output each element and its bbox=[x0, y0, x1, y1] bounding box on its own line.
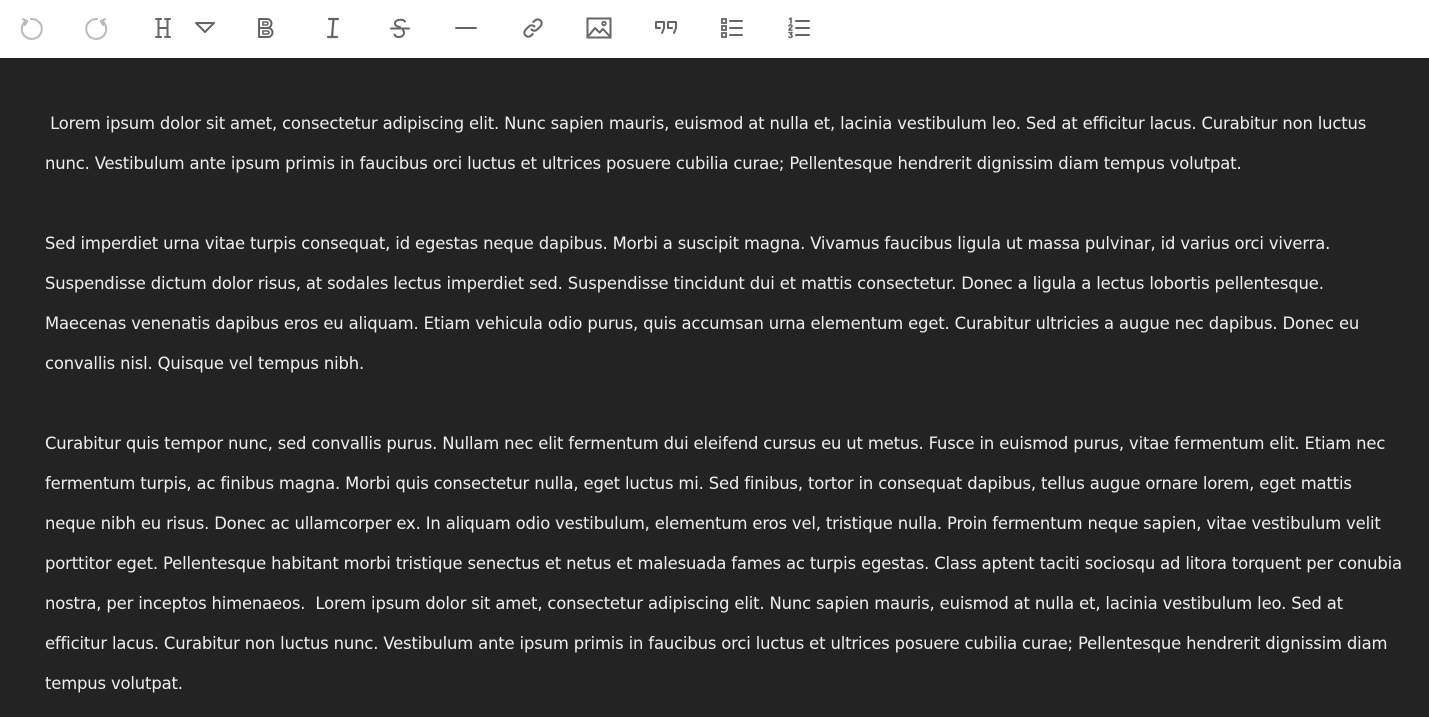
ordered-list-button[interactable] bbox=[781, 10, 817, 46]
undo-button[interactable] bbox=[13, 10, 49, 46]
heading-dropdown-button[interactable] bbox=[187, 10, 223, 46]
italic-icon bbox=[326, 17, 340, 39]
strikethrough-icon bbox=[390, 18, 410, 39]
paragraph-3: Curabitur quis tempor nunc, sed convalli… bbox=[45, 434, 1407, 693]
paragraph-1: Lorem ipsum dolor sit amet, consectetur … bbox=[45, 114, 1372, 173]
italic-button[interactable] bbox=[315, 10, 351, 46]
horizontal-rule-button[interactable] bbox=[448, 10, 484, 46]
heading-icon bbox=[155, 18, 171, 38]
ordered-list-icon bbox=[788, 17, 810, 39]
image-button[interactable] bbox=[581, 10, 617, 46]
blockquote-button[interactable] bbox=[648, 10, 684, 46]
image-icon bbox=[586, 17, 612, 39]
bold-button[interactable] bbox=[248, 10, 284, 46]
bullet-list-icon bbox=[721, 18, 743, 38]
editor-content[interactable]: Lorem ipsum dolor sit amet, consectetur … bbox=[45, 104, 1405, 704]
bold-icon bbox=[258, 18, 274, 38]
editor-toolbar bbox=[0, 0, 1429, 58]
redo-button[interactable] bbox=[79, 10, 115, 46]
strikethrough-button[interactable] bbox=[382, 10, 418, 46]
horizontal-rule-icon bbox=[455, 27, 477, 29]
editor-area[interactable]: Lorem ipsum dolor sit amet, consectetur … bbox=[0, 58, 1429, 717]
undo-icon bbox=[20, 17, 43, 40]
quote-icon bbox=[655, 21, 677, 34]
chevron-down-icon bbox=[195, 22, 215, 33]
bullet-list-button[interactable] bbox=[714, 10, 750, 46]
redo-icon bbox=[85, 17, 108, 40]
link-icon bbox=[523, 18, 543, 38]
heading-button[interactable] bbox=[145, 10, 181, 46]
paragraph-2: Sed imperdiet urna vitae turpis consequa… bbox=[45, 234, 1360, 373]
link-button[interactable] bbox=[515, 10, 551, 46]
